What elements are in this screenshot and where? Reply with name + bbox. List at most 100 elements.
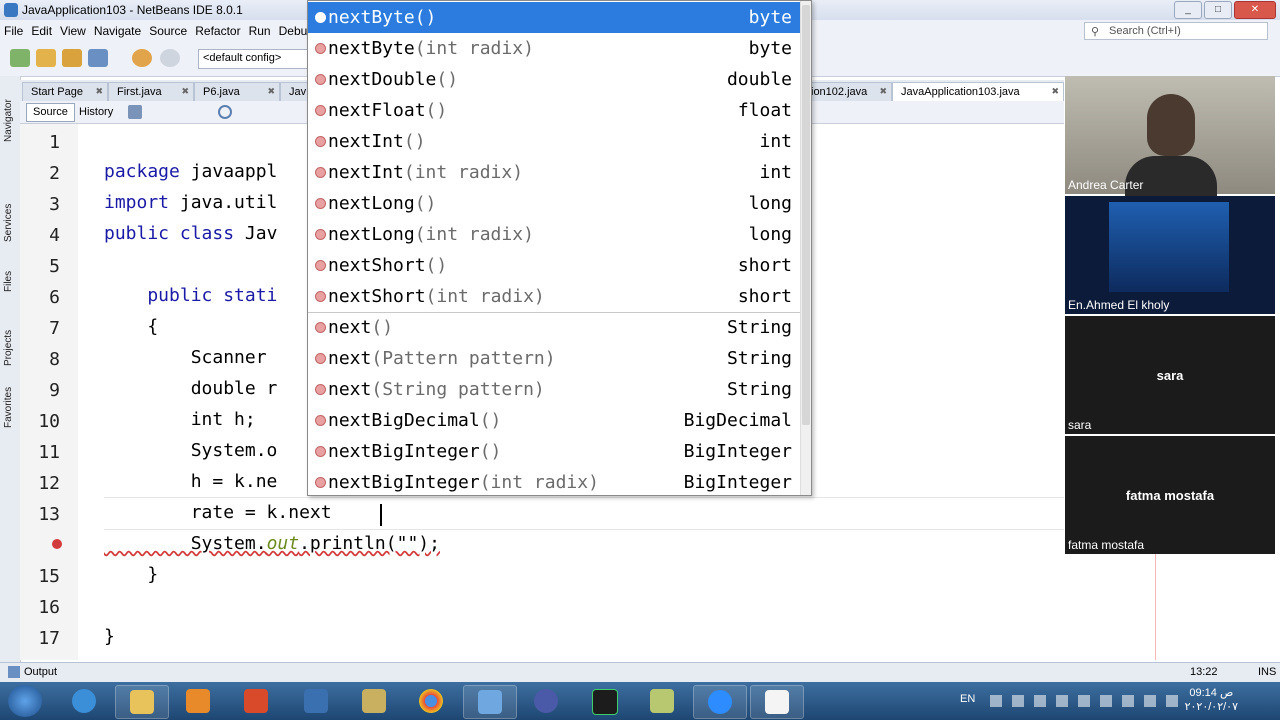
output-tab[interactable]: Output [24, 666, 57, 678]
completion-item[interactable]: nextByte() byte [308, 2, 800, 33]
tab-start-page[interactable]: Start Page ✖ [22, 82, 108, 101]
menu-edit[interactable]: Edit [27, 20, 56, 38]
tab-first-java[interactable]: First.java ✖ [108, 82, 194, 101]
menu-navigate[interactable]: Navigate [90, 20, 145, 38]
completion-item[interactable]: nextShort() short [308, 250, 800, 281]
method-name: nextLong [328, 193, 415, 214]
menu-file[interactable]: File [0, 20, 27, 38]
office-icon[interactable] [230, 685, 282, 717]
completion-signature: nextDouble() [328, 69, 458, 90]
pycharm-icon[interactable] [578, 685, 630, 717]
close-button[interactable]: ✕ [1234, 1, 1276, 19]
sidebar-projects[interactable]: Projects [3, 330, 14, 366]
completion-item[interactable]: nextFloat() float [308, 95, 800, 126]
return-type: String [726, 379, 792, 400]
sidebar-navigator[interactable]: Navigator [3, 99, 14, 142]
menu-view[interactable]: View [56, 20, 90, 38]
completion-item[interactable]: nextInt(int radix) int [308, 157, 800, 188]
tab-label: Jav [289, 86, 307, 98]
completion-item[interactable]: nextByte(int radix) byte [308, 33, 800, 64]
new-file-icon[interactable] [10, 49, 30, 67]
line-number: 8 [49, 349, 60, 370]
maximize-button[interactable]: □ [1204, 1, 1232, 19]
history-button[interactable]: History [72, 103, 120, 122]
completion-item[interactable]: next() String [308, 312, 800, 343]
tab-javaapplication103[interactable]: JavaApplication103.java ✖ [892, 82, 1064, 101]
return-type: short [737, 286, 792, 307]
participant-tile[interactable]: sara sara [1065, 316, 1275, 434]
media-player-icon[interactable] [172, 685, 224, 717]
open-project-icon[interactable] [62, 49, 82, 67]
completion-item[interactable]: nextBigDecimal() BigDecimal [308, 405, 800, 436]
completion-item[interactable]: nextLong() long [308, 188, 800, 219]
output-icon [8, 666, 20, 678]
undo-icon[interactable] [132, 49, 152, 67]
start-button-icon[interactable] [8, 685, 42, 717]
code-completion-popup[interactable]: nextByte() byte nextByte(int radix) byte nex… [307, 0, 812, 496]
line-number: 3 [49, 194, 60, 215]
minimize-button[interactable]: _ [1174, 1, 1202, 19]
search-field[interactable]: ⚲ Search (Ctrl+I) [1084, 22, 1268, 40]
completion-scrollbar[interactable] [800, 1, 811, 495]
tools-icon[interactable] [348, 685, 400, 717]
zoom-icon[interactable] [693, 685, 747, 719]
participant-tile[interactable]: fatma mostafa fatma mostafa [1065, 436, 1275, 554]
menu-run[interactable]: Run [245, 20, 275, 38]
return-type: long [748, 193, 792, 214]
document-icon[interactable] [750, 685, 804, 719]
explorer-icon[interactable] [115, 685, 169, 719]
completion-item[interactable]: next(String pattern) String [308, 374, 800, 405]
find-icon[interactable] [218, 105, 232, 119]
completion-item[interactable]: nextBigInteger() BigInteger [308, 436, 800, 467]
completion-item[interactable]: nextInt() int [308, 126, 800, 157]
clock-time: 09:14 ص [1189, 687, 1234, 699]
completion-item[interactable]: next(Pattern pattern) String [308, 343, 800, 374]
method-name: next [328, 379, 372, 400]
method-params: (String pattern) [371, 379, 545, 400]
error-icon[interactable] [52, 539, 62, 549]
eclipse-icon[interactable] [520, 685, 572, 717]
tab-p6-java[interactable]: P6.java ✖ [194, 82, 280, 101]
back-icon[interactable] [128, 105, 142, 119]
code-line-2: package javaappl [104, 161, 278, 182]
python-icon[interactable] [290, 685, 342, 717]
redo-icon[interactable] [160, 49, 180, 67]
method-name: nextByte [328, 38, 415, 59]
ie-icon[interactable] [58, 685, 110, 717]
clock[interactable]: 09:14 ص ٢٠٢٠/٠٢/٠٧ [1185, 686, 1238, 714]
participant-tile[interactable]: En.Ahmed El kholy [1065, 196, 1275, 314]
return-type: long [748, 224, 792, 245]
menu-source[interactable]: Source [145, 20, 191, 38]
taskbar: EN 09:14 ص ٢٠٢٠/٠٢/٠٧ [0, 682, 1280, 720]
config-select[interactable]: <default config> [198, 49, 310, 69]
close-icon[interactable]: ✖ [181, 86, 189, 97]
new-project-icon[interactable] [36, 49, 56, 67]
close-icon[interactable]: ✖ [267, 86, 275, 97]
status-bar: Output 13:22 INS [0, 662, 1280, 683]
tab-label: Start Page [31, 86, 83, 98]
completion-item[interactable]: nextShort(int radix) short [308, 281, 800, 312]
save-all-icon[interactable] [88, 49, 108, 67]
sidebar-favorites[interactable]: Favorites [3, 387, 14, 428]
close-icon[interactable]: ✖ [1051, 86, 1059, 97]
source-button[interactable]: Source [26, 103, 75, 122]
sidebar-files[interactable]: Files [3, 271, 14, 292]
code-line-3: import java.util [104, 192, 278, 213]
chrome-icon[interactable] [405, 685, 457, 717]
settings-icon[interactable] [636, 685, 688, 717]
menu-refactor[interactable]: Refactor [191, 20, 244, 38]
return-type: byte [748, 7, 792, 28]
tab-javaapplication102[interactable]: ion102.java ✖ [808, 82, 892, 101]
sidebar-services[interactable]: Services [3, 204, 14, 242]
language-indicator[interactable]: EN [960, 693, 975, 705]
completion-scroll-thumb[interactable] [802, 5, 810, 425]
close-icon[interactable]: ✖ [879, 86, 887, 97]
netbeans-taskbar-icon[interactable] [463, 685, 517, 719]
completion-item[interactable]: nextDouble() double [308, 64, 800, 95]
participant-tile[interactable]: Andrea Carter [1065, 76, 1275, 196]
completion-item[interactable]: nextBigInteger(int radix) BigInteger [308, 467, 800, 495]
tray-icons[interactable] [990, 695, 1180, 707]
completion-item[interactable]: nextLong(int radix) long [308, 219, 800, 250]
close-icon[interactable]: ✖ [95, 86, 103, 97]
return-type: BigDecimal [683, 410, 792, 431]
